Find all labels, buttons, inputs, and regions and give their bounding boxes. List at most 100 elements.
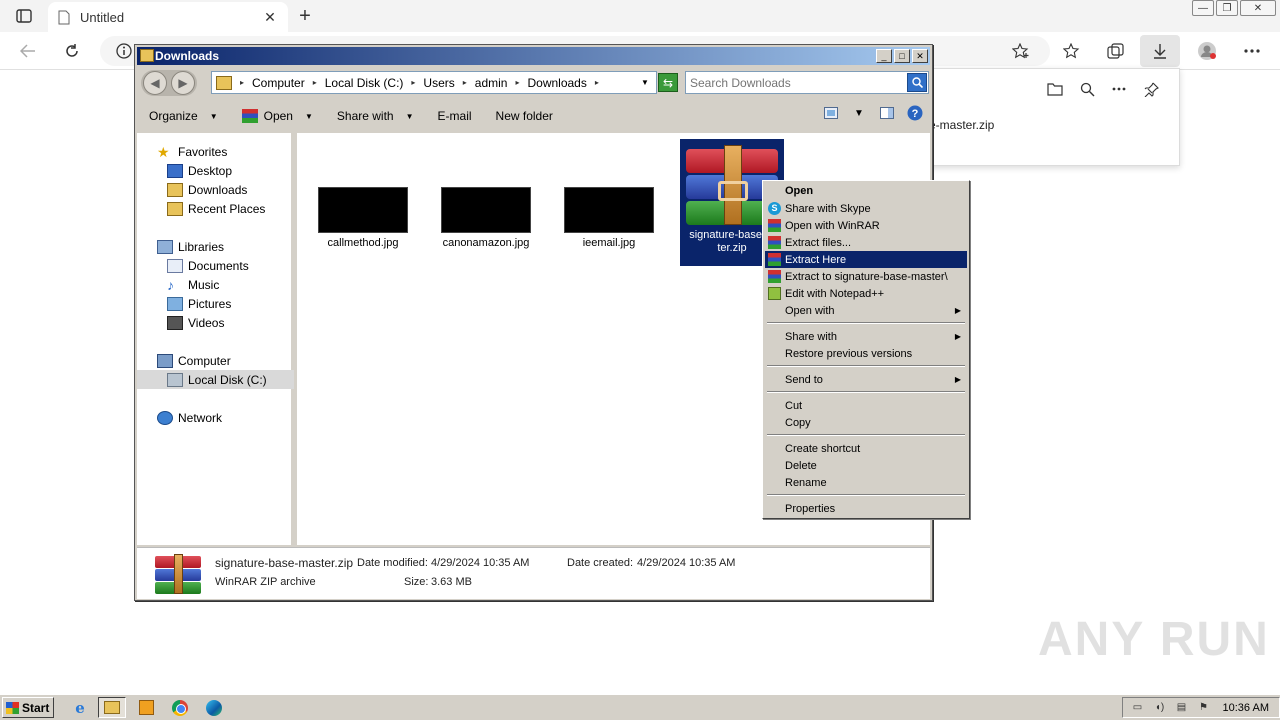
chevron-right-icon[interactable]: ▸ <box>595 78 599 87</box>
chevron-right-icon[interactable]: ▸ <box>463 78 467 87</box>
favorites-icon[interactable] <box>1058 38 1086 64</box>
start-button[interactable]: Start <box>2 697 54 718</box>
nav-item-downloads[interactable]: Downloads <box>137 180 294 199</box>
back-icon[interactable]: ◀ <box>143 71 167 95</box>
menu-item-copy[interactable]: Copy <box>765 414 967 431</box>
refresh-icon[interactable]: ⇆ <box>658 73 678 92</box>
browser-tab[interactable]: Untitled ✕ <box>48 2 288 32</box>
menu-item-restore-previous-versions[interactable]: Restore previous versions <box>765 345 967 362</box>
clock[interactable]: 10:36 AM <box>1223 702 1269 714</box>
refresh-icon[interactable] <box>58 38 86 64</box>
search-icon[interactable] <box>1077 79 1097 99</box>
download-item-name[interactable]: e-master.zip <box>929 118 994 132</box>
breadcrumb-downloads[interactable]: Downloads <box>527 76 586 90</box>
chevron-down-icon[interactable]: ▼ <box>850 104 868 122</box>
menu-item-extract-files[interactable]: Extract files... <box>765 234 967 251</box>
breadcrumb-users[interactable]: Users <box>423 76 454 90</box>
close-button[interactable]: ✕ <box>1240 0 1276 16</box>
new-folder-button[interactable]: New folder <box>484 104 565 128</box>
close-button[interactable]: ✕ <box>912 49 928 63</box>
keyboard-icon[interactable]: ▭ <box>1131 701 1145 715</box>
nav-item-libraries[interactable]: Libraries <box>137 237 294 256</box>
image-thumbnail <box>441 187 531 233</box>
open-button[interactable]: Open ▼ <box>230 104 325 128</box>
breadcrumb-computer[interactable]: Computer <box>252 76 305 90</box>
nav-item-local-disk[interactable]: Local Disk (C:) <box>137 370 294 389</box>
menu-item-send-to[interactable]: Send to ▶ <box>765 371 967 388</box>
menu-item-open-with-winrar[interactable]: Open with WinRAR <box>765 217 967 234</box>
downloads-icon[interactable] <box>1140 35 1180 67</box>
nav-item-recent-places[interactable]: Recent Places <box>137 199 294 218</box>
chevron-right-icon[interactable]: ▸ <box>515 78 519 87</box>
page-icon <box>58 10 70 24</box>
search-icon[interactable] <box>907 73 927 92</box>
profile-icon[interactable] <box>1193 38 1221 64</box>
email-button[interactable]: E-mail <box>426 104 484 128</box>
chevron-down-icon[interactable]: ▼ <box>635 71 655 94</box>
preview-pane-icon[interactable] <box>878 104 896 122</box>
menu-item-create-shortcut[interactable]: Create shortcut <box>765 440 967 457</box>
menu-item-properties[interactable]: Properties <box>765 500 967 517</box>
minimize-button[interactable]: — <box>1192 0 1214 16</box>
search-box[interactable] <box>685 71 929 94</box>
nav-item-favorites[interactable]: ★ Favorites <box>137 142 294 161</box>
search-input[interactable] <box>690 75 904 91</box>
window-title: Downloads <box>155 49 220 63</box>
nav-item-videos[interactable]: Videos <box>137 313 294 332</box>
tab-actions-icon[interactable] <box>8 4 40 28</box>
nav-item-pictures[interactable]: Pictures <box>137 294 294 313</box>
menu-item-cut[interactable]: Cut <box>765 397 967 414</box>
back-icon[interactable] <box>14 38 42 64</box>
help-icon[interactable]: ? <box>906 104 924 122</box>
menu-item-share-with[interactable]: Share with ▶ <box>765 328 967 345</box>
change-view-icon[interactable] <box>822 104 840 122</box>
internet-explorer-icon[interactable]: e <box>66 697 94 718</box>
chrome-icon[interactable] <box>166 697 194 718</box>
volume-icon[interactable]: ◖) <box>1153 701 1167 715</box>
file-explorer-icon[interactable] <box>98 697 126 718</box>
minimize-button[interactable]: _ <box>876 49 892 63</box>
open-folder-icon[interactable] <box>1045 79 1065 99</box>
breadcrumb[interactable]: ▸ Computer ▸ Local Disk (C:) ▸ Users ▸ a… <box>211 71 657 94</box>
chevron-right-icon: ▶ <box>954 375 961 384</box>
tab-close-icon[interactable]: ✕ <box>262 9 278 25</box>
chevron-right-icon[interactable]: ▸ <box>411 78 415 87</box>
nav-item-computer[interactable]: Computer <box>137 351 294 370</box>
pin-icon[interactable] <box>1141 79 1161 99</box>
edge-icon[interactable] <box>200 697 228 718</box>
menu-item-edit-with-notepadpp[interactable]: Edit with Notepad++ <box>765 285 967 302</box>
menu-item-extract-to-folder[interactable]: Extract to signature-base-master\ <box>765 268 967 285</box>
share-with-button[interactable]: Share with ▼ <box>325 104 426 128</box>
collections-icon[interactable] <box>1102 38 1130 64</box>
chevron-right-icon[interactable]: ▸ <box>240 78 244 87</box>
menu-item-delete[interactable]: Delete <box>765 457 967 474</box>
media-player-icon[interactable] <box>132 697 160 718</box>
nav-item-documents[interactable]: Documents <box>137 256 294 275</box>
nav-item-network[interactable]: Network <box>137 408 294 427</box>
menu-item-share-with-skype[interactable]: S Share with Skype <box>765 200 967 217</box>
breadcrumb-admin[interactable]: admin <box>475 76 508 90</box>
new-tab-button[interactable]: + <box>292 4 318 28</box>
menu-item-extract-here[interactable]: Extract Here <box>765 251 967 268</box>
add-favorite-icon[interactable] <box>1007 38 1035 64</box>
file-item[interactable]: callmethod.jpg <box>314 187 412 250</box>
file-item[interactable]: canonamazon.jpg <box>437 187 535 250</box>
action-center-flag-icon[interactable]: ⚑ <box>1197 701 1211 715</box>
file-item[interactable]: ieemail.jpg <box>560 187 658 250</box>
network-icon[interactable]: ▤ <box>1175 701 1189 715</box>
nav-item-music[interactable]: ♪ Music <box>137 275 294 294</box>
menu-item-open[interactable]: Open <box>765 182 967 199</box>
organize-button[interactable]: Organize ▼ <box>137 104 230 128</box>
more-icon[interactable] <box>1109 79 1129 99</box>
breadcrumb-local-disk[interactable]: Local Disk (C:) <box>325 76 404 90</box>
menu-item-open-with[interactable]: Open with ▶ <box>765 302 967 319</box>
nav-item-desktop[interactable]: Desktop <box>137 161 294 180</box>
forward-icon[interactable]: ▶ <box>171 71 195 95</box>
more-icon[interactable] <box>1238 38 1266 64</box>
maximize-button[interactable]: □ <box>894 49 910 63</box>
menu-item-label: Share with Skype <box>785 202 871 215</box>
menu-item-rename[interactable]: Rename <box>765 474 967 491</box>
chevron-right-icon[interactable]: ▸ <box>313 78 317 87</box>
restore-button[interactable]: ❐ <box>1216 0 1238 16</box>
explorer-titlebar[interactable]: Downloads _ □ ✕ <box>137 47 930 65</box>
